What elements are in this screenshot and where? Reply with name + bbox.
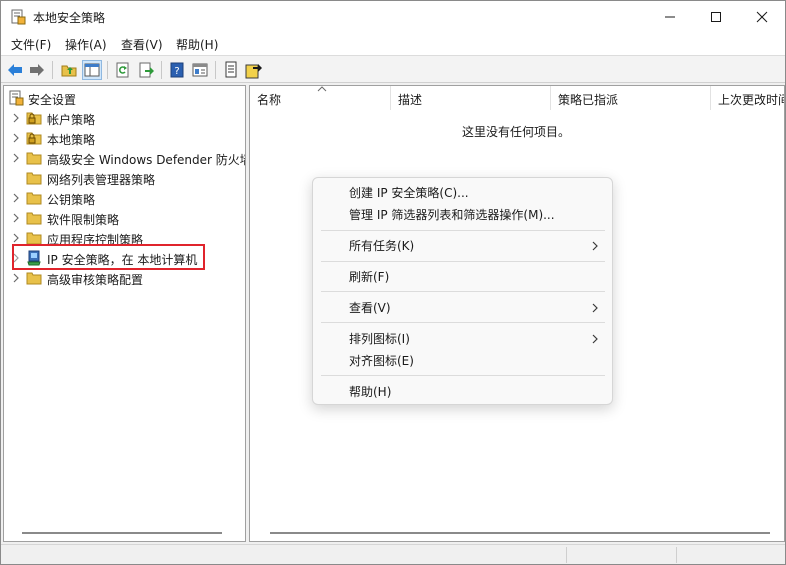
export-list-icon[interactable] bbox=[136, 60, 156, 80]
ctx-align-icons[interactable]: 对齐图标(E) bbox=[349, 352, 414, 369]
menu-bar: 文件(F) 操作(A) 查看(V) 帮助(H) bbox=[1, 33, 785, 55]
refresh-icon[interactable] bbox=[113, 60, 133, 80]
ctx-create-ip-policy[interactable]: 创建 IP 安全策略(C)... bbox=[349, 184, 469, 201]
context-menu: 创建 IP 安全策略(C)... 管理 IP 筛选器列表和筛选器操作(M)...… bbox=[312, 177, 613, 405]
tree-item-label: 网络列表管理器策略 bbox=[47, 173, 156, 187]
ctx-all-tasks[interactable]: 所有任务(K) bbox=[349, 237, 414, 254]
menu-view[interactable]: 查看(V) bbox=[121, 36, 163, 53]
chevron-right-icon[interactable] bbox=[12, 112, 20, 124]
close-button[interactable] bbox=[739, 1, 785, 33]
window-title: 本地安全策略 bbox=[33, 11, 106, 25]
menu-separator bbox=[321, 291, 605, 292]
menu-separator bbox=[321, 261, 605, 262]
tree-item-software-restriction[interactable]: 软件限制策略 bbox=[4, 208, 245, 228]
tree-item-label: 公钥策略 bbox=[47, 193, 96, 207]
chevron-right-icon[interactable] bbox=[12, 212, 20, 224]
tree-horizontal-scrollbar[interactable] bbox=[22, 532, 222, 534]
app-window: 本地安全策略 文件(F) 操作(A) 查看(V) 帮助(H) ? 安全设置 帐户… bbox=[0, 0, 786, 565]
toolbar: ? bbox=[1, 55, 785, 83]
folder-icon bbox=[26, 270, 42, 286]
chevron-right-icon[interactable] bbox=[12, 152, 20, 164]
folder-icon bbox=[26, 170, 42, 186]
show-hide-tree-icon[interactable] bbox=[82, 60, 102, 80]
chevron-right-icon bbox=[591, 302, 599, 313]
chevron-right-icon bbox=[591, 333, 599, 344]
toolbar-separator bbox=[161, 61, 162, 79]
folder-icon bbox=[26, 210, 42, 226]
tree-item-label: 软件限制策略 bbox=[47, 213, 120, 227]
menu-separator bbox=[321, 230, 605, 231]
back-arrow-icon[interactable] bbox=[5, 60, 25, 80]
folder-lock-icon bbox=[26, 110, 42, 126]
list-horizontal-scrollbar[interactable] bbox=[270, 532, 770, 534]
column-header-assigned[interactable]: 策略已指派 bbox=[551, 86, 711, 110]
chevron-right-icon[interactable] bbox=[12, 192, 20, 204]
menu-file[interactable]: 文件(F) bbox=[11, 36, 51, 53]
tree-item-label: 帐户策略 bbox=[47, 113, 96, 127]
tree-root-label: 安全设置 bbox=[28, 93, 77, 107]
tree-item-label: 本地策略 bbox=[47, 133, 96, 147]
folder-lock-icon bbox=[26, 130, 42, 146]
menu-separator bbox=[321, 375, 605, 376]
toolbar-separator bbox=[107, 61, 108, 79]
security-settings-icon bbox=[8, 90, 24, 106]
ctx-help[interactable]: 帮助(H) bbox=[349, 383, 391, 400]
ctx-arrange-icons[interactable]: 排列图标(I) bbox=[349, 330, 410, 347]
chevron-right-icon[interactable] bbox=[12, 232, 20, 244]
column-header-description[interactable]: 描述 bbox=[391, 86, 551, 110]
chevron-right-icon[interactable] bbox=[12, 272, 20, 284]
tree-item-local-policies[interactable]: 本地策略 bbox=[4, 128, 245, 148]
chevron-right-icon bbox=[591, 240, 599, 251]
tree-pane[interactable]: 安全设置 帐户策略 本地策略 高级安全 Windows Defender 防火墙… bbox=[3, 85, 246, 542]
status-cell bbox=[566, 547, 676, 563]
import-policy-icon[interactable] bbox=[221, 60, 241, 80]
maximize-button[interactable] bbox=[693, 1, 739, 33]
toolbar-separator bbox=[52, 61, 53, 79]
menu-help[interactable]: 帮助(H) bbox=[176, 36, 218, 53]
tree-item-network-list[interactable]: 网络列表管理器策略 bbox=[4, 168, 245, 188]
status-cell bbox=[676, 547, 784, 563]
folder-icon bbox=[26, 150, 42, 166]
menu-separator bbox=[321, 322, 605, 323]
column-header-last-modified[interactable]: 上次更改时间 bbox=[711, 86, 784, 110]
properties-icon[interactable] bbox=[190, 60, 210, 80]
highlight-annotation bbox=[12, 244, 205, 270]
toolbar-separator bbox=[215, 61, 216, 79]
export-policy-icon[interactable] bbox=[244, 60, 264, 80]
column-header-name[interactable]: 名称 bbox=[250, 86, 391, 110]
security-policy-icon bbox=[10, 9, 26, 25]
ctx-refresh[interactable]: 刷新(F) bbox=[349, 268, 389, 285]
tree-item-firewall[interactable]: 高级安全 Windows Defender 防火墙 bbox=[4, 148, 246, 168]
tree-item-label: 高级安全 Windows Defender 防火墙 bbox=[47, 153, 246, 167]
tree-item-advanced-audit[interactable]: 高级审核策略配置 bbox=[4, 268, 245, 288]
menu-action[interactable]: 操作(A) bbox=[65, 36, 107, 53]
up-folder-icon[interactable] bbox=[59, 60, 79, 80]
sort-ascending-icon bbox=[317, 86, 327, 92]
empty-list-message: 这里没有任何项目。 bbox=[462, 125, 571, 139]
forward-arrow-icon[interactable] bbox=[27, 60, 47, 80]
minimize-button[interactable] bbox=[647, 1, 693, 33]
svg-text:?: ? bbox=[174, 66, 179, 77]
folder-icon bbox=[26, 190, 42, 206]
help-icon[interactable]: ? bbox=[167, 60, 187, 80]
tree-item-account-policies[interactable]: 帐户策略 bbox=[4, 108, 245, 128]
ctx-manage-ip-filters[interactable]: 管理 IP 筛选器列表和筛选器操作(M)... bbox=[349, 206, 555, 223]
tree-item-label: 高级审核策略配置 bbox=[47, 273, 144, 287]
title-bar[interactable]: 本地安全策略 bbox=[1, 1, 785, 33]
tree-item-public-key[interactable]: 公钥策略 bbox=[4, 188, 245, 208]
chevron-right-icon[interactable] bbox=[12, 132, 20, 144]
status-bar bbox=[1, 544, 785, 564]
tree-root[interactable]: 安全设置 bbox=[4, 88, 245, 108]
ctx-view[interactable]: 查看(V) bbox=[349, 299, 391, 316]
